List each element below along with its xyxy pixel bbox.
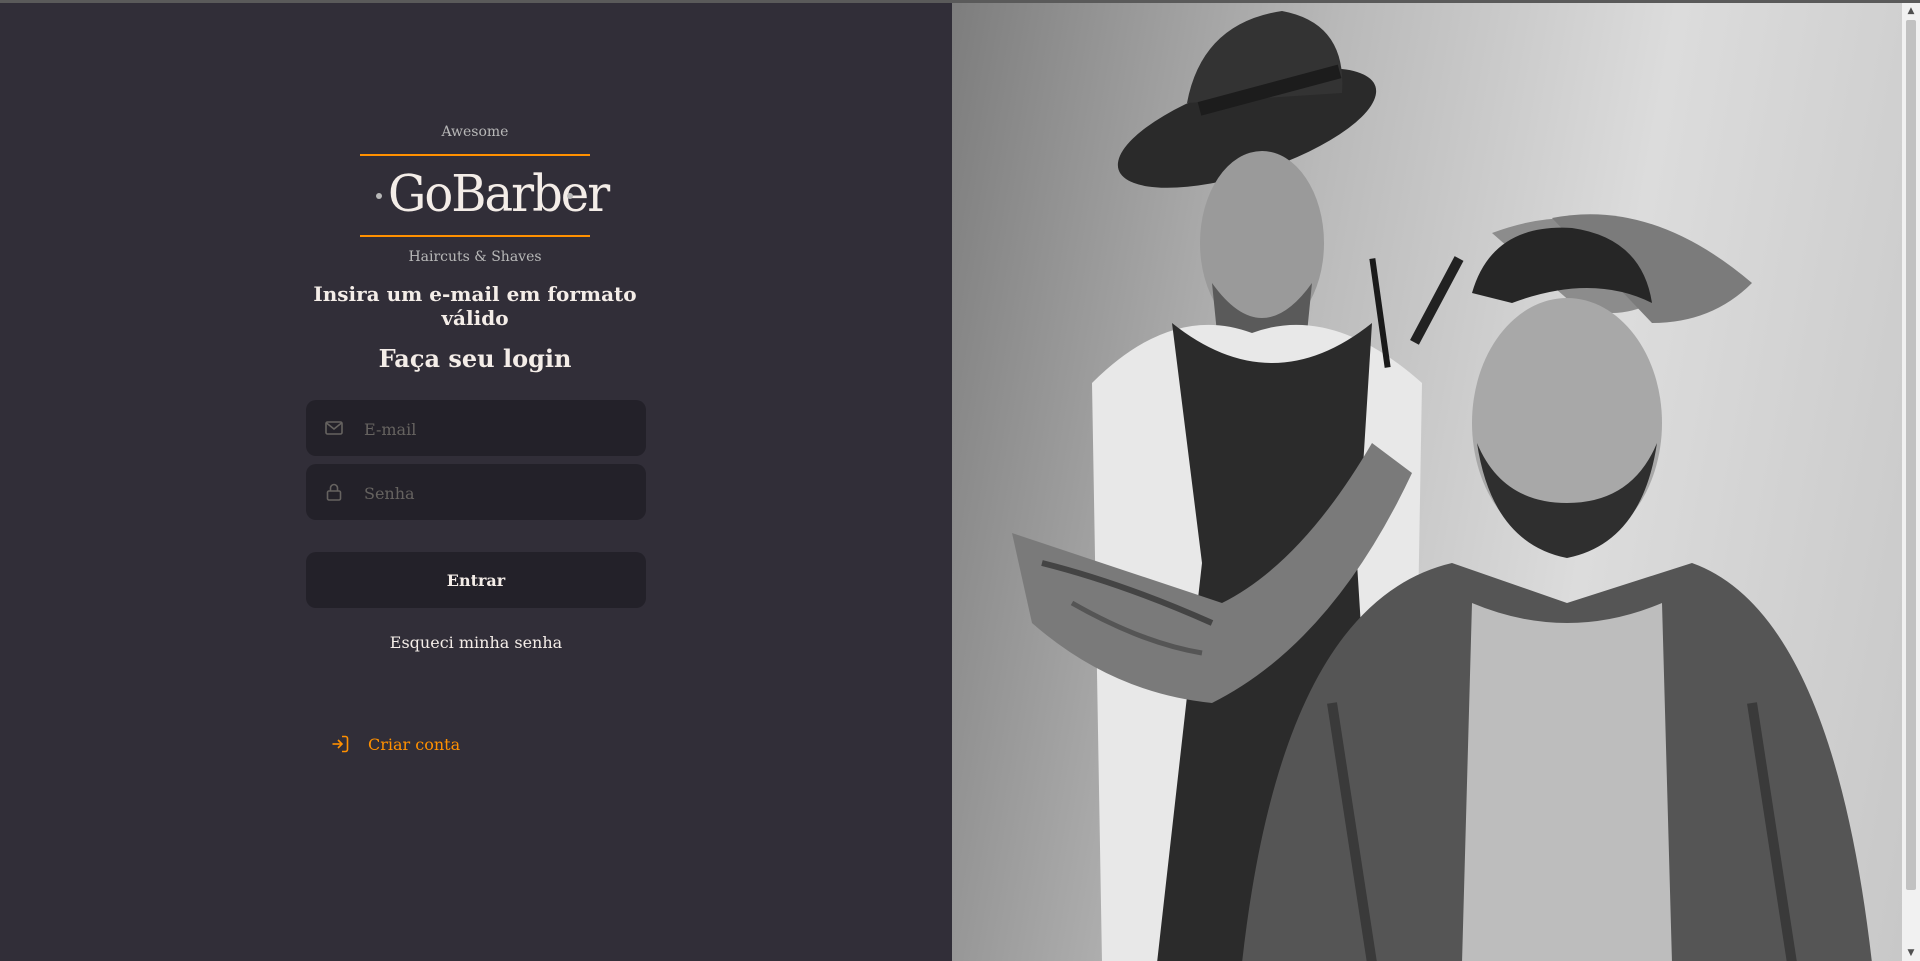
logo-rule-bottom [360,235,590,237]
scroll-up-arrow-icon[interactable]: ▲ [1902,3,1920,19]
vertical-scrollbar[interactable]: ▲ ▼ [1902,3,1920,961]
gobarber-logo: Awesome GoBarber Haircuts & Shaves [358,124,610,274]
barber-photo-illustration [1012,11,1872,961]
barber-background-photo [952,3,1902,961]
logo-dot-left [376,193,382,199]
create-account-label: Criar conta [368,734,461,754]
logo-wordmark: GoBarber [388,164,610,224]
create-account-link[interactable]: Criar conta [330,733,460,755]
login-button[interactable]: Entrar [306,552,646,608]
validation-error-message: Insira um e-mail em formato válido [313,282,637,330]
login-title: Faça seu login [378,344,572,373]
password-input[interactable] [362,464,636,522]
log-in-icon [332,735,349,753]
mail-icon [325,421,343,435]
logo-tagline-top: Awesome [441,124,509,140]
lock-icon [326,483,342,501]
password-field[interactable] [306,464,646,522]
logo-rule-top [360,154,590,156]
forgot-password-link[interactable]: Esqueci minha senha [306,633,646,652]
scroll-down-arrow-icon[interactable]: ▼ [1902,945,1920,961]
scrollbar-thumb[interactable] [1906,20,1916,890]
email-input[interactable] [362,400,636,458]
email-field[interactable] [306,400,646,458]
logo-dot-right [567,193,573,199]
logo-tagline-bottom: Haircuts & Shaves [408,249,542,265]
